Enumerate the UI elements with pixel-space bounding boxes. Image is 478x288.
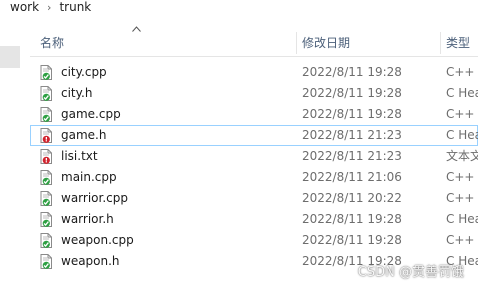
file-synced-icon — [40, 65, 52, 80]
breadcrumb-item-work[interactable]: work — [0, 1, 43, 13]
file-name[interactable]: lisi.txt — [61, 146, 98, 167]
file-row[interactable]: warrior.cpp 2022/8/11 20:22 C++ 源 — [30, 188, 478, 209]
file-type: C++ 源 — [446, 107, 478, 121]
file-row[interactable]: main.cpp 2022/8/11 21:06 C++ 源 — [30, 167, 478, 188]
sort-ascending-icon — [132, 24, 141, 35]
file-modified-date: 2022/8/11 19:28 — [302, 107, 402, 121]
file-row[interactable]: city.cpp 2022/8/11 19:28 C++ 源 — [30, 62, 478, 83]
file-type: C++ 源 — [446, 191, 478, 205]
file-row[interactable]: city.h 2022/8/11 19:28 C Hea — [30, 83, 478, 104]
file-modified-icon — [40, 128, 52, 143]
file-modified-date: 2022/8/11 19:28 — [302, 86, 402, 100]
file-synced-icon — [40, 254, 52, 269]
file-name[interactable]: game.h — [61, 125, 106, 146]
file-row[interactable]: game.h 2022/8/11 21:23 C Hea — [30, 125, 478, 146]
file-type: C++ 源 — [446, 170, 478, 184]
file-synced-icon — [40, 107, 52, 122]
file-name[interactable]: weapon.h — [61, 251, 120, 272]
file-name[interactable]: weapon.cpp — [61, 230, 134, 251]
file-explorer: work › trunk 名称 修改日期 类型 city.cpp 2022/8/1… — [0, 0, 478, 288]
file-modified-date: 2022/8/11 21:06 — [302, 170, 402, 184]
file-modified-date: 2022/8/11 21:23 — [302, 149, 402, 163]
file-name[interactable]: warrior.h — [61, 209, 114, 230]
file-type: 文本文 — [446, 149, 478, 163]
column-header-name[interactable]: 名称 — [40, 30, 64, 56]
file-modified-date: 2022/8/11 19:28 — [302, 212, 402, 226]
watermark: CSDN @贯善罚饿 — [357, 265, 464, 280]
breadcrumb: work › trunk — [0, 0, 478, 14]
file-list: city.cpp 2022/8/11 19:28 C++ 源 city.h 2022/8… — [30, 62, 478, 272]
file-modified-date: 2022/8/11 19:28 — [302, 233, 402, 247]
file-modified-icon — [40, 149, 52, 164]
file-name[interactable]: city.cpp — [61, 62, 107, 83]
file-type: C Hea — [446, 86, 478, 100]
file-name[interactable]: game.cpp — [61, 104, 121, 125]
file-type: C++ 源 — [446, 233, 478, 247]
file-synced-icon — [40, 233, 52, 248]
file-type: C++ 源 — [446, 65, 478, 79]
file-synced-icon — [40, 170, 52, 185]
column-divider[interactable] — [296, 32, 297, 54]
file-name[interactable]: warrior.cpp — [61, 188, 128, 209]
file-modified-date: 2022/8/11 20:22 — [302, 191, 402, 205]
file-list-header: 名称 修改日期 类型 — [30, 30, 478, 57]
column-header-modified[interactable]: 修改日期 — [302, 30, 350, 56]
file-type: C Hea — [446, 212, 478, 226]
navigation-selected-item[interactable] — [0, 46, 20, 68]
breadcrumb-item-trunk[interactable]: trunk — [55, 1, 95, 13]
breadcrumb-separator-icon: › — [47, 0, 52, 14]
file-row[interactable]: weapon.cpp 2022/8/11 19:28 C++ 源 — [30, 230, 478, 251]
file-modified-date: 2022/8/11 19:28 — [302, 65, 402, 79]
file-row[interactable]: game.cpp 2022/8/11 19:28 C++ 源 — [30, 104, 478, 125]
file-synced-icon — [40, 212, 52, 227]
file-row[interactable]: lisi.txt 2022/8/11 21:23 文本文 — [30, 146, 478, 167]
file-name[interactable]: city.h — [61, 83, 92, 104]
file-modified-date: 2022/8/11 21:23 — [302, 128, 402, 142]
file-type: C Hea — [446, 128, 478, 142]
file-name[interactable]: main.cpp — [61, 167, 117, 188]
file-synced-icon — [40, 191, 52, 206]
column-header-type[interactable]: 类型 — [446, 30, 470, 56]
file-synced-icon — [40, 86, 52, 101]
column-divider[interactable] — [440, 32, 441, 54]
file-row[interactable]: warrior.h 2022/8/11 19:28 C Hea — [30, 209, 478, 230]
